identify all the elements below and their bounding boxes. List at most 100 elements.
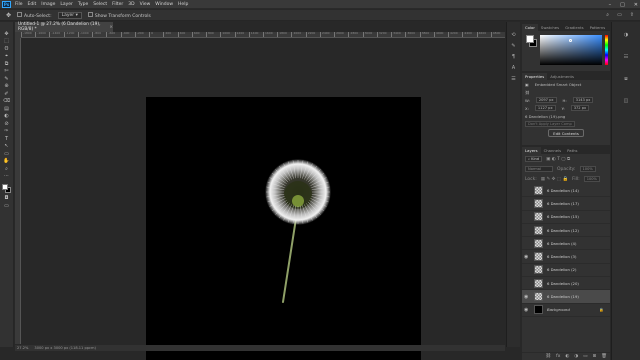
layer-row[interactable]: ◉ 6 Dandelion (3)	[522, 250, 610, 264]
foreground-color-swatch[interactable]	[1, 183, 8, 190]
layer-row[interactable]: ◉ 6 Dandelion (19)	[522, 290, 610, 304]
shape-tool-icon[interactable]: ▭	[3, 151, 11, 157]
minimize-icon[interactable]: –	[609, 2, 612, 8]
layer-row[interactable]: 6 Dandelion (14)	[522, 184, 610, 198]
foreground-color-chip[interactable]	[526, 35, 534, 43]
close-icon[interactable]: ✕	[634, 2, 638, 8]
zoom-tool-icon[interactable]: ⌕	[3, 166, 11, 172]
healing-tool-icon[interactable]: ⊕	[3, 84, 11, 89]
show-transform-checkbox[interactable]: Show Transform Controls	[87, 11, 151, 19]
hue-slider[interactable]	[605, 35, 608, 65]
visibility-eye-icon[interactable]: ◉	[524, 294, 530, 300]
opacity-field[interactable]: 100%	[579, 166, 596, 172]
dodge-tool-icon[interactable]: ◐	[3, 114, 11, 119]
quick-mask-icon[interactable]: ◘	[3, 196, 11, 201]
horizontal-ruler[interactable]: -1800 -1600 -1400 -1200 -1000 -800 -600 -400 -20…	[21, 32, 505, 38]
tab-patterns[interactable]: Patterns	[587, 24, 609, 31]
layer-comp-dropdown[interactable]: Don't Apply Layer Comp	[525, 121, 575, 127]
glyphs-icon[interactable]: ☰	[510, 76, 517, 82]
close-tab-icon[interactable]: ×	[109, 25, 113, 30]
link-icon[interactable]: ⛓	[525, 90, 530, 95]
layer-row[interactable]: 6 Dandelion (20)	[522, 277, 610, 291]
path-select-tool-icon[interactable]: ↖	[3, 144, 11, 149]
tab-adjustments[interactable]: Adjustments	[547, 73, 577, 80]
search-icon[interactable]: ⌕	[606, 12, 609, 18]
lock-icons[interactable]: ▦ ✎ ✥ ⬚ 🔒	[541, 177, 568, 182]
tab-layers[interactable]: Layers	[522, 147, 541, 154]
hand-tool-icon[interactable]: ✋	[3, 159, 11, 164]
menu-type[interactable]: Type	[78, 2, 88, 7]
auto-select-dropdown[interactable]: Layer ▾	[57, 11, 82, 19]
document-canvas[interactable]	[146, 97, 421, 360]
new-layer-icon[interactable]: ⊞	[593, 354, 597, 359]
menu-select[interactable]: Select	[93, 2, 107, 7]
filter-icons[interactable]: ▣ ◐ T ▢ ⧉	[546, 156, 570, 162]
libraries-icon[interactable]: ⧈	[623, 76, 630, 82]
width-field[interactable]: 2097 px	[535, 97, 557, 103]
lasso-tool-icon[interactable]: ʘ	[3, 47, 11, 52]
eraser-tool-icon[interactable]: ⌫	[3, 99, 11, 104]
edit-contents-button[interactable]: Edit Contents	[548, 129, 584, 137]
gradient-tool-icon[interactable]: ▤	[3, 106, 11, 112]
color-swatches[interactable]	[1, 183, 12, 194]
brush-settings-icon[interactable]: ✎	[510, 43, 517, 49]
properties-panel-icon[interactable]: ☷	[623, 54, 630, 60]
move-tool-icon[interactable]: ✥	[3, 32, 11, 37]
brush-tool-icon[interactable]: ✐	[3, 91, 11, 97]
paragraph-icon[interactable]: ¶	[510, 54, 517, 60]
quick-select-tool-icon[interactable]: ⌖	[3, 54, 11, 59]
menu-view[interactable]: View	[140, 2, 151, 7]
workspace-icon[interactable]: ▭	[617, 12, 622, 18]
tab-swatches[interactable]: Swatches	[538, 24, 562, 31]
more-tools-icon[interactable]: ⋯	[3, 174, 11, 179]
zoom-level[interactable]: 27.2%	[17, 346, 28, 350]
layer-row[interactable]: 6 Dandelion (2)	[522, 264, 610, 278]
link-layers-icon[interactable]: ⛓	[545, 354, 551, 359]
height-field[interactable]: 3143 px	[572, 97, 594, 103]
x-field[interactable]: 1127 px	[534, 105, 556, 111]
vertical-ruler[interactable]	[15, 38, 21, 344]
tab-channels[interactable]: Channels	[541, 147, 565, 154]
menu-image[interactable]: Image	[41, 2, 55, 7]
menu-edit[interactable]: Edit	[28, 2, 37, 7]
color-picker-cursor[interactable]	[569, 39, 572, 42]
menu-help[interactable]: Help	[178, 2, 188, 7]
move-tool-icon[interactable]: ✥	[6, 12, 11, 19]
layer-row[interactable]: 6 Dandelion (15)	[522, 211, 610, 224]
y-field[interactable]: 372 px	[570, 105, 590, 111]
tab-properties[interactable]: Properties	[522, 73, 548, 80]
menu-window[interactable]: Window	[155, 2, 173, 7]
marquee-tool-icon[interactable]: ⬚	[3, 39, 11, 44]
history-icon[interactable]: ⟲	[510, 32, 517, 38]
adjustment-layer-icon[interactable]: ◑	[574, 354, 578, 359]
character-icon[interactable]: A	[510, 65, 517, 71]
pen-tool-icon[interactable]: ✑	[3, 129, 11, 134]
menu-filter[interactable]: Filter	[112, 2, 123, 7]
layer-row[interactable]: 6 Dandelion (12)	[522, 224, 610, 238]
auto-select-checkbox[interactable]: Auto-Select:	[17, 11, 52, 19]
layer-row[interactable]: 6 Dandelion (17)	[522, 197, 610, 211]
menu-file[interactable]: File	[15, 2, 23, 7]
layer-row[interactable]: 6 Dandelion (4)	[522, 237, 610, 251]
visibility-eye-icon[interactable]: ◉	[524, 254, 530, 260]
tab-color[interactable]: Color	[522, 24, 538, 31]
group-icon[interactable]: ▭	[583, 354, 587, 359]
visibility-eye-icon[interactable]: ◉	[524, 307, 530, 313]
slice-tool-icon[interactable]: ✄	[3, 69, 11, 74]
tab-paths[interactable]: Paths	[564, 147, 580, 154]
maximize-icon[interactable]: □	[620, 2, 625, 8]
menu-layer[interactable]: Layer	[60, 2, 73, 7]
layers-panel-icon[interactable]: ◫	[623, 98, 630, 104]
blend-mode-dropdown[interactable]: Normal	[525, 166, 553, 172]
screen-mode-icon[interactable]: ▭	[3, 203, 11, 209]
eyedropper-tool-icon[interactable]: ✎	[3, 77, 11, 82]
fx-icon[interactable]: fx	[556, 354, 560, 359]
canvas-workspace[interactable]	[22, 39, 505, 360]
tab-gradients[interactable]: Gradients	[562, 24, 587, 31]
share-icon[interactable]: ⇪	[630, 12, 634, 18]
blur-tool-icon[interactable]: ⊘	[3, 121, 11, 127]
trash-icon[interactable]: 🗑	[601, 354, 607, 359]
fill-field[interactable]: 100%	[583, 176, 600, 182]
layer-filter-dropdown[interactable]: ⌕ Kind	[525, 156, 543, 162]
crop-tool-icon[interactable]: ⧉	[3, 62, 11, 67]
